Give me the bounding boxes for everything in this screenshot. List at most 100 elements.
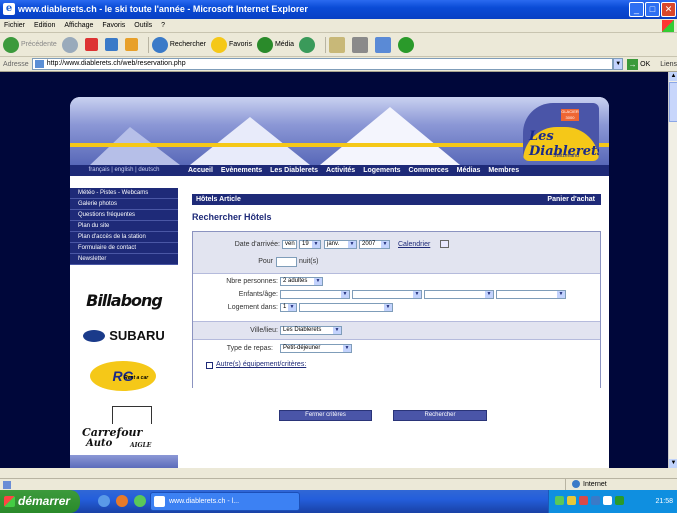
nav-membres[interactable]: Membres bbox=[488, 167, 519, 174]
sidebar-item-faq[interactable]: Questions fréquentes bbox=[70, 210, 178, 221]
lodging-type-select[interactable]: ▼ bbox=[299, 303, 393, 312]
menu-fichier[interactable]: Fichier bbox=[4, 19, 25, 33]
toolbar-divider bbox=[147, 36, 149, 53]
go-button[interactable]: → OK bbox=[627, 58, 650, 70]
scroll-down-icon[interactable]: ▼ bbox=[669, 459, 677, 468]
edit-button[interactable] bbox=[375, 36, 393, 53]
tray-messenger-icon[interactable] bbox=[615, 496, 624, 505]
taskbar-window-button[interactable]: www.diablerets.ch - l... bbox=[150, 492, 300, 511]
calendar-link[interactable]: Calendrier bbox=[398, 241, 430, 248]
minimize-button[interactable]: _ bbox=[629, 2, 644, 17]
start-button[interactable]: démarrer bbox=[0, 490, 80, 513]
child-age-select-1[interactable]: ▼ bbox=[280, 290, 350, 299]
nav-les-diablerets[interactable]: Les Diablerets bbox=[270, 167, 318, 174]
url-input[interactable]: http://www.diablerets.ch/web/reservation… bbox=[31, 58, 614, 70]
lodging-label: Logement dans: bbox=[227, 304, 278, 311]
close-criteria-button[interactable]: Fermer critères bbox=[279, 410, 372, 421]
sponsor-carrefour-auto[interactable]: Carrefour Auto AIGLE bbox=[82, 406, 160, 450]
meal-select[interactable]: Petit-déjeuner ▼ bbox=[280, 344, 352, 353]
child-age-select-3[interactable]: ▼ bbox=[424, 290, 494, 299]
horizontal-scroll-area bbox=[0, 468, 677, 478]
security-zone: Internet bbox=[572, 480, 607, 488]
vertical-scrollbar[interactable]: ▲ ▼ bbox=[668, 72, 677, 468]
ie-quicklaunch-icon[interactable] bbox=[98, 495, 110, 507]
hotel-search-form: Date d'arrivée: ven 19 ▼ janv. ▼ 2007 ▼ Cal… bbox=[192, 231, 601, 388]
main-content: Hôtels Article Panier d'achat Rechercher… bbox=[178, 176, 609, 469]
for-label: Pour bbox=[258, 258, 273, 265]
other-criteria-checkbox[interactable] bbox=[206, 362, 213, 369]
back-button[interactable]: Précédente bbox=[3, 36, 57, 53]
maximize-button[interactable]: □ bbox=[645, 2, 660, 17]
print-button[interactable] bbox=[352, 36, 370, 53]
sidebar-item-galerie[interactable]: Galerie photos bbox=[70, 199, 178, 210]
menu-affichage[interactable]: Affichage bbox=[64, 19, 93, 33]
menu-outils[interactable]: Outils bbox=[134, 19, 152, 33]
forward-arrow-icon bbox=[61, 36, 78, 53]
search-submit-button[interactable]: Rechercher bbox=[393, 410, 487, 421]
menu-favoris[interactable]: Favoris bbox=[102, 19, 125, 33]
nav-medias[interactable]: Médias bbox=[457, 167, 481, 174]
stop-button[interactable] bbox=[84, 38, 100, 51]
favorites-button[interactable]: Favoris bbox=[211, 36, 252, 53]
persons-select[interactable]: 2 adultes ▼ bbox=[280, 277, 323, 286]
language-switcher[interactable]: français | english | deutsch bbox=[70, 165, 178, 176]
history-button[interactable] bbox=[299, 36, 317, 53]
nav-activites[interactable]: Activités bbox=[326, 167, 355, 174]
day-select[interactable]: ven bbox=[282, 240, 297, 249]
nav-commerces[interactable]: Commerces bbox=[409, 167, 449, 174]
other-criteria-link[interactable]: Autre(s) équipement/critères: bbox=[216, 361, 306, 368]
tray-app-icon[interactable] bbox=[603, 496, 612, 505]
sponsor-rg-rent-a-car[interactable]: RG Rent a car bbox=[90, 361, 156, 391]
search-button[interactable]: Rechercher bbox=[151, 36, 206, 53]
scroll-up-icon[interactable]: ▲ bbox=[669, 72, 677, 81]
home-button[interactable] bbox=[124, 38, 140, 51]
date-select[interactable]: 19 ▼ bbox=[299, 240, 321, 249]
close-button[interactable]: ✕ bbox=[661, 2, 676, 17]
child-age-select-2[interactable]: ▼ bbox=[352, 290, 422, 299]
mail-button[interactable] bbox=[329, 36, 347, 53]
city-select[interactable]: Les Diablerets ▼ bbox=[280, 326, 342, 335]
tray-security-icon[interactable] bbox=[579, 496, 588, 505]
sidebar-item-meteo[interactable]: Météo - Pistes - Webcams bbox=[70, 188, 178, 199]
nav-logements[interactable]: Logements bbox=[363, 167, 400, 174]
messenger-button[interactable] bbox=[398, 36, 416, 53]
sponsor-subaru[interactable]: SUBARU bbox=[78, 328, 170, 343]
diablerets-logo[interactable]: GLACIER 3000 Les Diablerets Switzerland bbox=[523, 103, 599, 161]
address-bar: Adresse http://www.diablerets.ch/web/res… bbox=[0, 57, 677, 72]
media-button[interactable]: Média bbox=[256, 36, 294, 53]
nav-evenements[interactable]: Evènements bbox=[221, 167, 262, 174]
forward-button[interactable] bbox=[61, 36, 80, 53]
sidebar-item-plan-acces[interactable]: Plan d'accès de la station bbox=[70, 232, 178, 243]
sidebar-item-newsletter[interactable]: Newsletter bbox=[70, 254, 178, 265]
child-age-select-4[interactable]: ▼ bbox=[496, 290, 566, 299]
cart-link[interactable]: Panier d'achat bbox=[547, 194, 595, 205]
scroll-thumb[interactable] bbox=[669, 82, 677, 122]
nights-input[interactable] bbox=[276, 257, 297, 267]
menu-edition[interactable]: Edition bbox=[34, 19, 55, 33]
sidebar-item-plan-site[interactable]: Plan du site bbox=[70, 221, 178, 232]
hotel-article-tabs[interactable]: Hôtels Article bbox=[196, 196, 241, 203]
nav-accueil[interactable]: Accueil bbox=[188, 167, 213, 174]
persons-label: Nbre personnes: bbox=[226, 278, 278, 285]
menu-bar: Fichier Edition Affichage Favoris Outils… bbox=[0, 19, 677, 33]
year-select[interactable]: 2007 ▼ bbox=[359, 240, 390, 249]
address-dropdown[interactable]: ▼ bbox=[613, 58, 624, 70]
quick-launch bbox=[98, 495, 152, 507]
tray-update-icon[interactable] bbox=[591, 496, 600, 505]
sponsor-billabong[interactable]: Billabong bbox=[78, 291, 170, 310]
menu-help[interactable]: ? bbox=[161, 19, 165, 33]
taskbar: démarrer www.diablerets.ch - l... 21:58 bbox=[0, 490, 677, 513]
window-titlebar[interactable]: www.diablerets.ch - le ski toute l'année… bbox=[0, 0, 677, 19]
tray-volume-icon[interactable] bbox=[567, 496, 576, 505]
calendar-icon[interactable] bbox=[440, 240, 449, 248]
tray-network-icon[interactable] bbox=[555, 496, 564, 505]
month-select[interactable]: janv. ▼ bbox=[324, 240, 357, 249]
lodging-count-select[interactable]: 1 ▼ bbox=[280, 303, 297, 312]
refresh-button[interactable] bbox=[104, 38, 120, 51]
sidebar-item-contact[interactable]: Formulaire de contact bbox=[70, 243, 178, 254]
media-player-icon[interactable] bbox=[134, 495, 146, 507]
page-status-icon bbox=[3, 481, 11, 489]
links-toolbar[interactable]: Liens bbox=[660, 61, 677, 68]
site-banner: GLACIER 3000 Les Diablerets Switzerland bbox=[70, 97, 609, 165]
firefox-icon[interactable] bbox=[116, 495, 128, 507]
